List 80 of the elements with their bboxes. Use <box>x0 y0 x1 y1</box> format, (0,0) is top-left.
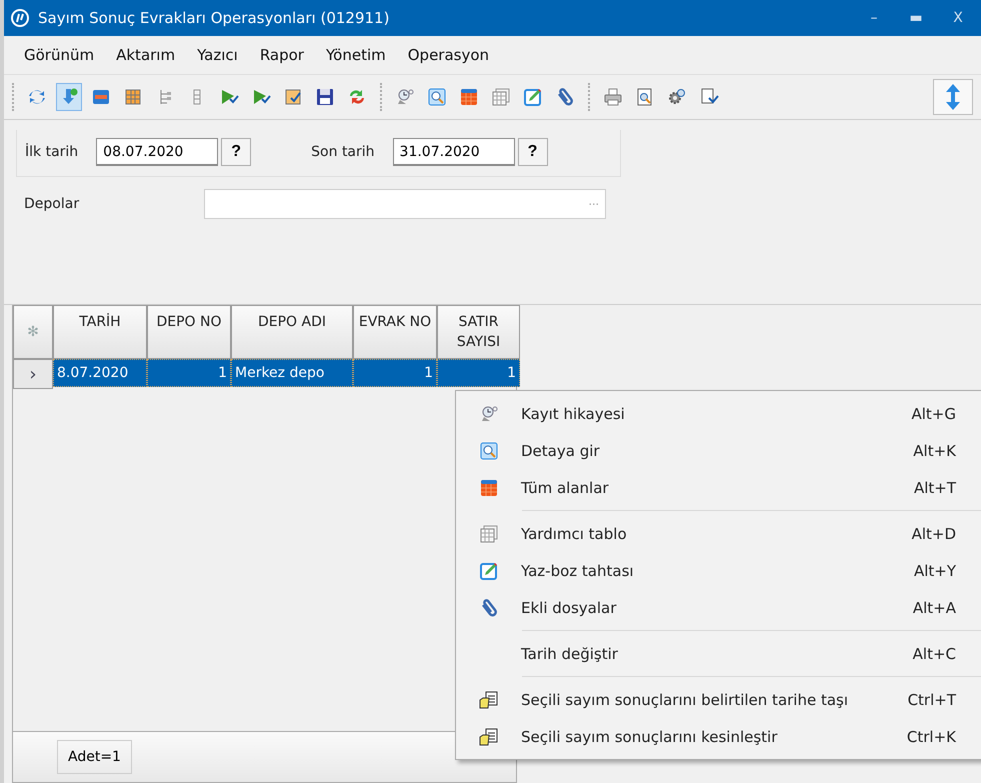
menu-item-label: Tüm alanlar <box>521 478 610 496</box>
magnifier-icon <box>427 87 447 107</box>
form-icon <box>91 87 111 107</box>
column-header[interactable]: SATIR SAYISI <box>437 305 520 359</box>
window-control[interactable]: – <box>857 10 891 26</box>
menu-item-label: Detaya gir <box>521 442 601 460</box>
printer-icon <box>603 87 623 107</box>
context-menu-item[interactable]: Yaz-boz tahtası Alt+Y <box>456 552 981 589</box>
shortcut-label: Ctrl+T <box>908 690 956 708</box>
app-logo-icon <box>10 8 30 28</box>
column-header[interactable]: EVRAK NO <box>353 305 437 359</box>
context-menu-item[interactable]: Seçili sayım sonuçlarını kesinleştir Ctrl+K <box>456 718 981 755</box>
corner-cell: ✻ <box>13 305 53 359</box>
context-menu-item[interactable]: Kayıt hikayesi Alt+G <box>456 395 981 432</box>
window-title: Sayım Sonuç Evrakları Operasyonları (012911) <box>38 9 390 27</box>
menu-item-label: Yardımcı tablo <box>521 524 628 542</box>
folder-document-icon <box>478 690 498 710</box>
table-cell: 1 <box>147 359 231 387</box>
context-menu-item[interactable]: Yardımcı tablo Alt+D <box>456 515 981 552</box>
up-down-button[interactable] <box>933 79 973 115</box>
context-menu-item[interactable]: Ekli dosyalar Alt+A <box>456 589 981 626</box>
folder-document-icon <box>478 726 498 746</box>
menu-item-label: Seçili sayım sonuçlarını belirtilen tarihe taşı <box>521 690 850 708</box>
flag-icon <box>219 87 239 107</box>
shortcut-label: Ctrl+K <box>906 728 956 746</box>
window-control[interactable]: ▬ <box>899 10 933 26</box>
column-header[interactable]: TARİH <box>53 305 147 359</box>
context-menu-item[interactable]: Detaya gir Alt+K <box>456 432 981 469</box>
table-cell: Merkez depo <box>231 359 353 387</box>
shortcut-label: Alt+D <box>912 524 956 542</box>
clock-icon <box>395 87 415 107</box>
grid-icon <box>123 87 143 107</box>
row-indicator[interactable]: › <box>13 359 53 389</box>
magnifier-icon <box>478 440 498 460</box>
window-control[interactable]: X <box>941 10 975 26</box>
table-cell: 1 <box>353 359 437 387</box>
shortcut-label: Alt+A <box>912 598 956 616</box>
up-down-arrow-icon <box>945 84 961 110</box>
help-button[interactable]: ? <box>221 138 252 166</box>
field-label: Son tarih <box>311 144 375 160</box>
menu-item[interactable]: Rapor <box>260 46 304 64</box>
record-count: Adet=1 <box>57 740 132 774</box>
pencil-icon <box>523 87 543 107</box>
shortcut-label: Alt+C <box>912 644 956 662</box>
context-menu-item[interactable]: Tarih değiştir Alt+C <box>456 635 981 672</box>
date-field[interactable]: 08.07.2020 <box>96 138 218 166</box>
context-menu-item[interactable]: Tüm alanlar Alt+T <box>456 469 981 506</box>
table-icon <box>478 524 498 544</box>
save-icon <box>315 87 335 107</box>
table-cell: 1 <box>437 359 520 387</box>
shortcut-label: Alt+Y <box>914 562 956 580</box>
context-menu-item[interactable]: Seçili sayım sonuçlarını belirtilen tarihe taşı Ctrl+T <box>456 681 981 718</box>
menu-item[interactable]: Aktarım <box>116 46 176 64</box>
table-icon <box>491 87 511 107</box>
field-label: Depolar <box>24 196 80 212</box>
menu-item-label: Ekli dosyalar <box>521 598 618 616</box>
menu-item[interactable]: Yönetim <box>326 46 386 64</box>
table-icon <box>478 478 498 498</box>
checklist-icon <box>283 87 303 107</box>
menu-item-label: Kayıt hikayesi <box>521 404 626 422</box>
menu-item-label: Tarih değiştir <box>521 644 619 662</box>
shortcut-label: Alt+K <box>913 442 956 460</box>
menu-item-label: Seçili sayım sonuçlarını kesinleştir <box>521 728 778 746</box>
field-label: İlk tarih <box>25 144 78 160</box>
help-button[interactable]: ? <box>518 138 548 166</box>
table-icon <box>459 87 479 107</box>
column-header[interactable]: DEPO ADI <box>231 305 353 359</box>
date-field[interactable]: 31.07.2020 <box>392 138 515 166</box>
menu-item[interactable]: Görünüm <box>24 46 94 64</box>
paperclip-icon <box>555 87 575 107</box>
column-header[interactable]: DEPO NO <box>147 305 231 359</box>
settings-icon <box>667 87 687 107</box>
menu-item-label: Yaz-boz tahtası <box>521 562 635 580</box>
menu-item[interactable]: Yazıcı <box>197 46 238 64</box>
pencil-icon <box>478 560 498 580</box>
shortcut-label: Alt+G <box>911 404 956 422</box>
flag-icon <box>251 87 271 107</box>
menu-item[interactable]: Operasyon <box>408 46 490 64</box>
table-cell: 8.07.2020 <box>53 359 147 387</box>
shortcut-label: Alt+T <box>914 478 956 496</box>
